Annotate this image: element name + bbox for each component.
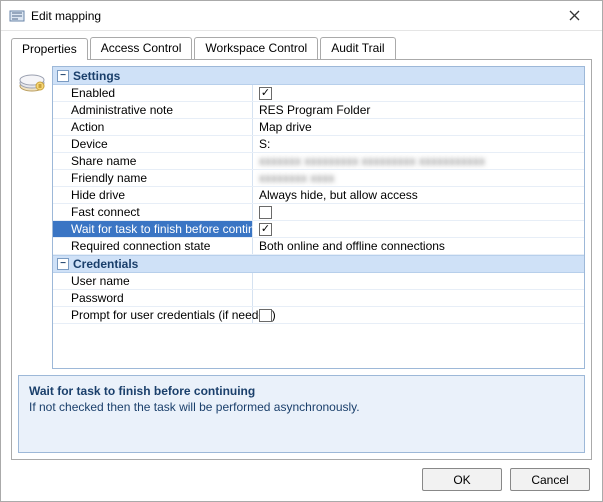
label-user-name: User name [53,273,253,289]
value-password[interactable] [253,290,584,306]
value-admin-note[interactable]: RES Program Folder [253,102,584,118]
tab-access-control[interactable]: Access Control [90,37,193,59]
value-friendly-name[interactable]: xxxxxxxx xxxx [259,171,334,185]
group-label: Settings [73,69,120,83]
row-friendly-name[interactable]: Friendly name xxxxxxxx xxxx [53,170,584,187]
row-prompt-creds[interactable]: Prompt for user credentials (if needed) [53,307,584,324]
value-action[interactable]: Map drive [253,119,584,135]
cancel-button[interactable]: Cancel [510,468,590,491]
row-fast-connect[interactable]: Fast connect [53,204,584,221]
checkbox-wait-task[interactable] [259,223,272,236]
tab-properties[interactable]: Properties [11,38,88,60]
label-wait-task: Wait for task to finish before continuin… [53,221,253,237]
app-icon [9,8,25,24]
property-grid: − Settings Enabled Administrative note R… [52,66,585,369]
row-share-name[interactable]: Share name xxxxxxx xxxxxxxxx xxxxxxxxx x… [53,153,584,170]
value-req-conn[interactable]: Both online and offline connections [253,238,584,254]
label-hide-drive: Hide drive [53,187,253,203]
row-enabled[interactable]: Enabled [53,85,584,102]
description-text: If not checked then the task will be per… [29,400,574,414]
close-button[interactable] [554,2,594,30]
tab-workspace-control[interactable]: Workspace Control [194,37,318,59]
row-device[interactable]: Device S: [53,136,584,153]
row-password[interactable]: Password [53,290,584,307]
window-title: Edit mapping [31,9,554,23]
label-password: Password [53,290,253,306]
label-enabled: Enabled [53,85,253,101]
grid-blank-area [53,324,584,368]
group-label: Credentials [73,257,138,271]
row-wait-task[interactable]: Wait for task to finish before continuin… [53,221,584,238]
row-admin-note[interactable]: Administrative note RES Program Folder [53,102,584,119]
row-action[interactable]: Action Map drive [53,119,584,136]
tab-audit-trail[interactable]: Audit Trail [320,37,395,59]
label-req-conn: Required connection state [53,238,253,254]
value-share-name[interactable]: xxxxxxx xxxxxxxxx xxxxxxxxx xxxxxxxxxxx [259,154,485,168]
value-hide-drive[interactable]: Always hide, but allow access [253,187,584,203]
value-device[interactable]: S: [253,136,584,152]
ok-button[interactable]: OK [422,468,502,491]
tab-panel: − Settings Enabled Administrative note R… [11,59,592,460]
row-req-conn[interactable]: Required connection state Both online an… [53,238,584,255]
expander-credentials[interactable]: − [57,258,69,270]
row-user-name[interactable]: User name [53,273,584,290]
button-bar: OK Cancel [1,460,602,501]
dialog-window: Edit mapping Properties Access Control W… [0,0,603,502]
label-friendly-name: Friendly name [53,170,253,186]
checkbox-fast-connect[interactable] [259,206,272,219]
property-grid-scroll[interactable]: − Settings Enabled Administrative note R… [53,67,584,324]
label-admin-note: Administrative note [53,102,253,118]
label-share-name: Share name [53,153,253,169]
label-action: Action [53,119,253,135]
group-header-settings: − Settings [53,67,584,85]
group-header-credentials: − Credentials [53,255,584,273]
content-row: − Settings Enabled Administrative note R… [18,66,585,369]
description-box: Wait for task to finish before continuin… [18,375,585,453]
titlebar: Edit mapping [1,1,602,31]
label-device: Device [53,136,253,152]
close-icon [569,10,580,21]
checkbox-enabled[interactable] [259,87,272,100]
label-prompt-creds: Prompt for user credentials (if needed) [53,307,253,323]
row-hide-drive[interactable]: Hide drive Always hide, but allow access [53,187,584,204]
label-fast-connect: Fast connect [53,204,253,220]
tab-strip: Properties Access Control Workspace Cont… [1,31,602,59]
mapping-icon [18,66,52,369]
value-user-name[interactable] [253,273,584,289]
checkbox-prompt-creds[interactable] [259,309,272,322]
expander-settings[interactable]: − [57,70,69,82]
description-title: Wait for task to finish before continuin… [29,384,574,398]
